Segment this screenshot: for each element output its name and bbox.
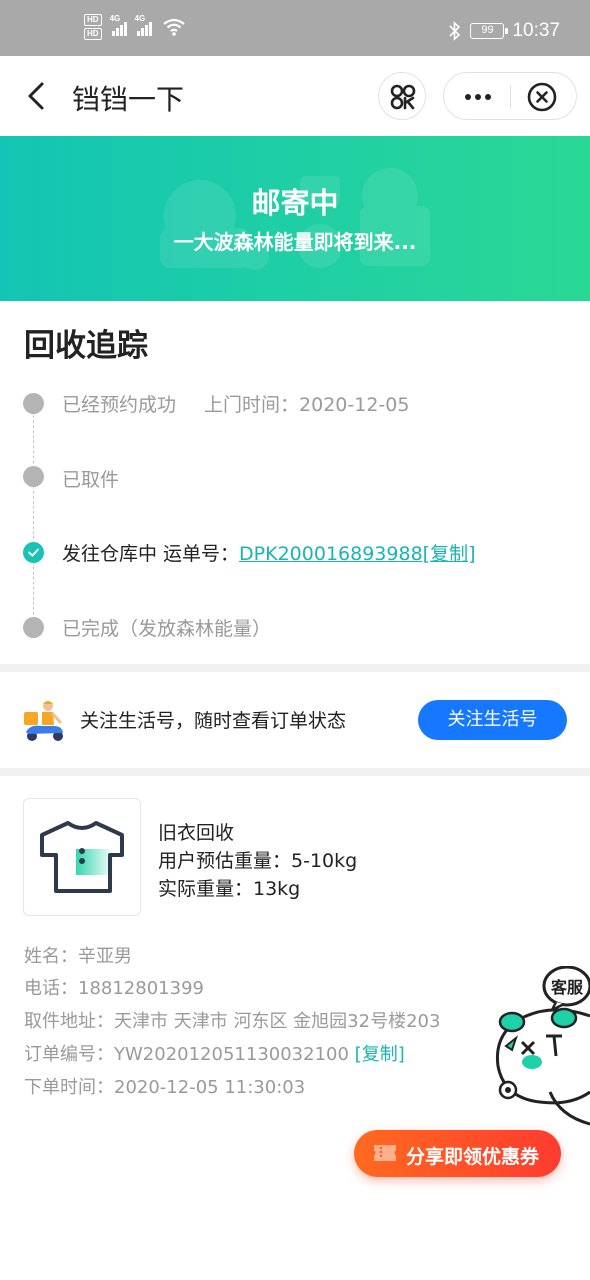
hd-badges: HD HD: [84, 14, 102, 40]
step-label: 已经预约成功: [62, 394, 177, 416]
timeline-dot: [23, 617, 44, 638]
timeline-line: [33, 410, 34, 630]
hd-badge: HD: [84, 14, 102, 26]
copy-order-button[interactable]: [复制]: [355, 1044, 405, 1065]
section-divider: [0, 768, 590, 776]
timeline-dot: [23, 466, 44, 487]
status-banner: 邮寄中 一大波森林能量即将到来...: [0, 136, 590, 301]
timeline-step-picked: 已取件: [62, 469, 120, 491]
product-name: 旧衣回收: [158, 822, 235, 844]
actual-weight: 实际重量：13kg: [158, 878, 301, 900]
close-icon[interactable]: [526, 81, 558, 113]
order-number-value: 订单编号：YW202012051130032100: [24, 1044, 349, 1065]
mini-program-capsule: [443, 72, 577, 120]
scan-button[interactable]: [378, 72, 426, 120]
capsule-divider: [510, 85, 511, 109]
pickup-time: 上门时间：2020-12-05: [204, 394, 410, 416]
timeline-step-complete: 已完成（发放森林能量）: [62, 618, 272, 640]
waybill-link[interactable]: DPK200016893988[复制]: [239, 543, 475, 565]
check-icon: [28, 548, 39, 557]
wifi-icon: [162, 18, 185, 36]
customer-service-label: 客服: [551, 978, 584, 997]
estimated-weight: 用户预估重量：5-10kg: [158, 850, 358, 872]
product-thumbnail: [23, 798, 141, 916]
order-time: 下单时间：2020-12-05 11:30:03: [24, 1077, 306, 1098]
signal-icon: 4G: [135, 14, 152, 36]
pickup-address: 取件地址：天津市 天津市 河东区 金旭园32号楼203: [24, 1011, 441, 1032]
follow-row: 关注生活号，随时查看订单状态 关注生活号: [0, 672, 590, 768]
order-number: 订单编号：YW202012051130032100 [复制]: [24, 1040, 405, 1066]
section-divider: [0, 664, 590, 672]
banner-subtitle: 一大波森林能量即将到来...: [173, 230, 417, 254]
battery-icon: 99: [470, 23, 509, 39]
tracking-title: 回收追踪: [24, 328, 148, 364]
back-icon[interactable]: [18, 76, 54, 116]
timeline-step-booked: 已经预约成功 上门时间：2020-12-05: [62, 390, 409, 417]
timeline-step-shipping: 发往仓库中 运单号：DPK200016893988[复制]: [62, 539, 475, 566]
timeline-dot-current: [23, 542, 44, 563]
timeline-dot: [23, 393, 44, 414]
scan-icon: [390, 84, 416, 110]
follow-button[interactable]: 关注生活号: [418, 700, 567, 740]
delivery-rider-icon: [24, 701, 63, 741]
customer-service-mascot-icon[interactable]: 客服: [490, 966, 590, 1146]
network-type: 4G: [109, 14, 121, 23]
customer-phone: 电话：18812801399: [24, 978, 204, 999]
share-coupon-button[interactable]: 分享即领优惠券: [354, 1130, 561, 1177]
customer-name: 姓名：辛亚男: [24, 946, 132, 967]
step-label: 发往仓库中 运单号：: [62, 543, 240, 565]
hd-badge: HD: [84, 28, 102, 40]
network-type: 4G: [134, 14, 146, 23]
status-right: 99 10:37: [448, 20, 560, 42]
nav-bar: 铛铛一下: [0, 56, 590, 136]
bluetooth-icon: [449, 21, 461, 41]
more-icon[interactable]: [458, 83, 498, 111]
page-title: 铛铛一下: [72, 83, 185, 116]
signal-icon: 4G: [110, 14, 127, 36]
share-label: 分享即领优惠券: [406, 1146, 540, 1168]
follow-prompt: 关注生活号，随时查看订单状态: [80, 710, 347, 732]
banner-title: 邮寄中: [251, 186, 339, 220]
clock: 10:37: [512, 20, 560, 41]
tshirt-icon: [40, 821, 124, 893]
ticket-icon: [374, 1145, 396, 1161]
status-left: HD HD 4G 4G: [84, 14, 186, 40]
status-bar: HD HD 4G 4G 99 10:37: [0, 0, 590, 56]
